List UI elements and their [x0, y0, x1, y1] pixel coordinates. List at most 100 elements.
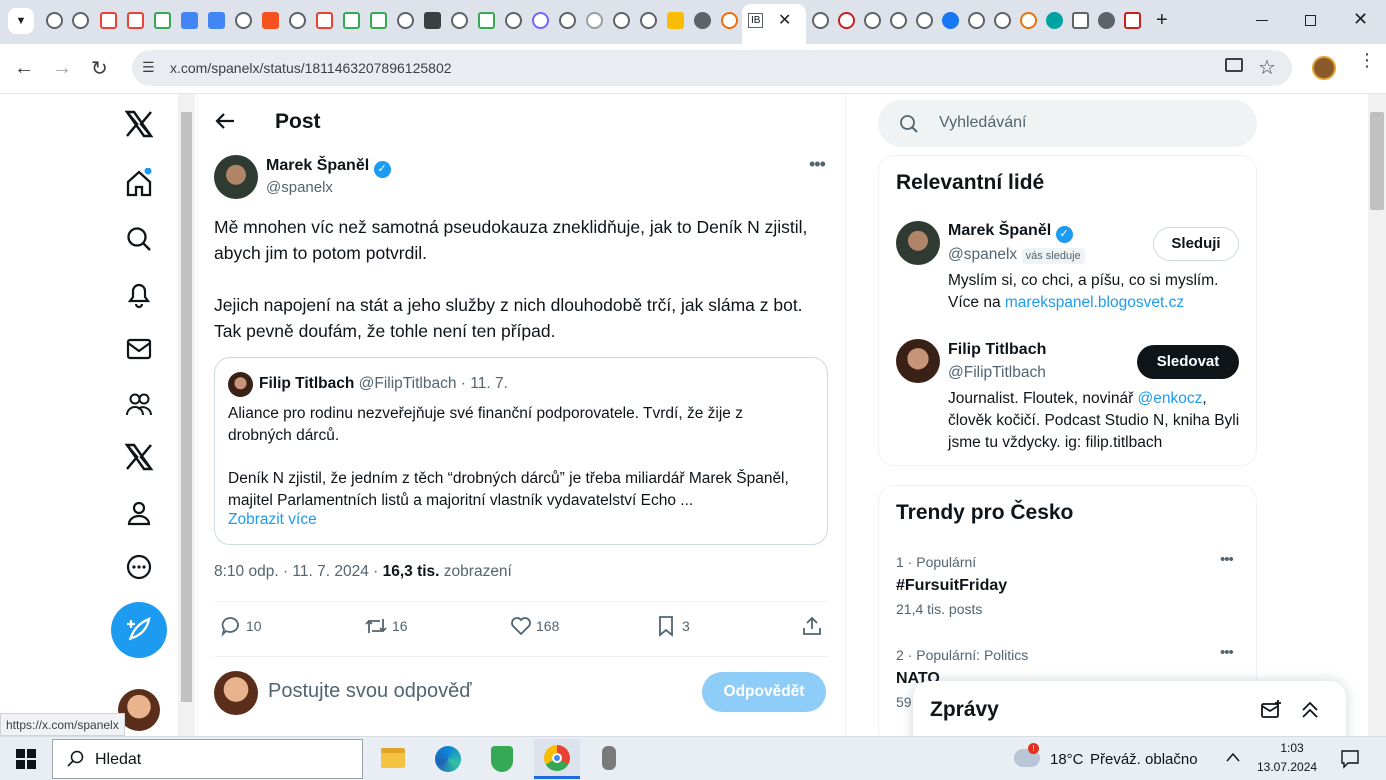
search-box[interactable]: Vyhledávání [878, 100, 1257, 147]
bookmark-star-icon[interactable]: ☆ [1258, 55, 1276, 80]
facebook-tab-icon[interactable] [942, 12, 959, 29]
author-handle[interactable]: @spanelx [266, 179, 333, 196]
more-options-icon[interactable] [124, 552, 154, 582]
compose-post-button[interactable] [111, 602, 167, 658]
forward-icon[interactable]: → [52, 57, 72, 80]
trend-more-icon[interactable]: ••• [1220, 644, 1234, 661]
tab-favicon[interactable] [864, 12, 881, 29]
docs-tab-icon[interactable] [208, 12, 225, 29]
tab-favicon[interactable] [1124, 12, 1141, 29]
messages-drawer[interactable]: Zprávy [913, 681, 1346, 736]
reply-input[interactable]: Postujte svou odpověď [268, 680, 472, 703]
tab-favicon[interactable] [1046, 12, 1063, 29]
bookmark-action[interactable]: 3 [656, 615, 690, 637]
active-tab[interactable]: IB ✕ [742, 4, 806, 44]
reload-icon[interactable]: ↻ [91, 56, 108, 81]
page-scrollbar-thumb[interactable] [1370, 112, 1384, 210]
person-1-bio-link[interactable]: marekspanel.blogosvet.cz [1005, 294, 1184, 311]
gmail-tab-icon[interactable] [316, 12, 333, 29]
person-1-name[interactable]: Marek Španěl [948, 222, 1051, 239]
tab-favicon[interactable] [46, 12, 63, 29]
person-2-bio-link[interactable]: @enkocz [1138, 390, 1203, 407]
post-more-icon[interactable]: ••• [809, 154, 826, 175]
install-app-icon[interactable] [1225, 58, 1243, 72]
drive-tab-icon[interactable] [154, 12, 171, 29]
weather-description[interactable]: Převáž. oblačno [1090, 751, 1198, 768]
tab-favicon[interactable] [424, 12, 441, 29]
tab-favicon[interactable] [1020, 12, 1037, 29]
drive-tab-icon[interactable] [478, 12, 495, 29]
x-logo-icon[interactable] [124, 109, 154, 139]
url-text[interactable]: x.com/spanelx/status/1811463207896125802 [170, 60, 452, 76]
file-explorer-icon[interactable] [381, 748, 405, 768]
profile-avatar[interactable] [1312, 56, 1336, 80]
quoted-post-card[interactable]: Filip Titlbach @FilipTitlbach · 11. 7. A… [214, 357, 828, 545]
expand-drawer-icon[interactable] [1299, 699, 1321, 721]
new-message-icon[interactable] [1260, 699, 1282, 721]
restore-window-icon[interactable] [1305, 15, 1316, 26]
clock-date[interactable]: 13.07.2024 [1257, 760, 1317, 774]
back-arrow-icon[interactable] [214, 110, 236, 137]
weather-temperature[interactable]: 18°C [1050, 751, 1084, 768]
share-icon[interactable] [801, 615, 823, 642]
post-timestamp[interactable]: 8:10 odp. · 11. 7. 2024 · [214, 563, 383, 580]
tab-favicon[interactable] [397, 12, 414, 29]
tab-favicon[interactable] [235, 12, 252, 29]
author-name[interactable]: Marek Španěl [266, 157, 369, 174]
person-2-name[interactable]: Filip Titlbach [948, 341, 1046, 359]
tab-favicon[interactable] [559, 12, 576, 29]
notifications-icon[interactable] [124, 279, 154, 309]
tab-favicon[interactable] [586, 12, 603, 29]
tab-favicon[interactable] [994, 12, 1011, 29]
tab-favicon[interactable] [640, 12, 657, 29]
reply-submit-button[interactable]: Odpovědět [702, 672, 826, 712]
tab-favicon[interactable] [262, 12, 279, 29]
globe-tab-icon[interactable] [1098, 12, 1115, 29]
search-icon[interactable] [124, 224, 154, 254]
globe-tab-icon[interactable] [694, 12, 711, 29]
following-button[interactable]: Sleduji [1153, 227, 1239, 261]
reply-action[interactable]: 10 [220, 615, 262, 637]
tab-search-button[interactable]: ▼ [8, 8, 34, 34]
address-bar[interactable]: ☰ x.com/spanelx/status/18114632078961258… [132, 50, 1292, 86]
new-tab-icon[interactable]: + [1156, 9, 1168, 32]
communities-icon[interactable] [124, 389, 154, 419]
tab-favicon[interactable] [1072, 12, 1089, 29]
tab-favicon[interactable] [721, 12, 738, 29]
home-icon[interactable] [124, 167, 154, 198]
tab-favicon[interactable] [968, 12, 985, 29]
tab-favicon[interactable] [890, 12, 907, 29]
trend-item[interactable]: 1 · Populární #FursuitFriday 21,4 tis. p… [879, 546, 1256, 626]
browser-menu-icon[interactable]: ⋮ [1358, 51, 1376, 69]
gmail-tab-icon[interactable] [127, 12, 144, 29]
drive-tab-icon[interactable] [343, 12, 360, 29]
chrome-taskbar-icon[interactable] [534, 739, 580, 779]
close-window-icon[interactable]: ✕ [1353, 9, 1368, 30]
trend-more-icon[interactable]: ••• [1220, 551, 1234, 568]
follow-button[interactable]: Sledovat [1137, 345, 1239, 379]
tab-favicon[interactable] [916, 12, 933, 29]
like-action[interactable]: 168 [510, 615, 559, 637]
person-avatar[interactable] [896, 221, 940, 265]
edge-icon[interactable] [435, 746, 461, 772]
drive-tab-icon[interactable] [370, 12, 387, 29]
profile-icon[interactable] [124, 498, 154, 528]
tab-favicon[interactable] [72, 12, 89, 29]
gmail-tab-icon[interactable] [100, 12, 117, 29]
taskbar-search-box[interactable]: Hledat [52, 739, 363, 779]
back-icon[interactable]: ← [14, 57, 34, 80]
author-avatar[interactable] [214, 155, 258, 199]
tab-favicon[interactable] [289, 12, 306, 29]
microphone-app-icon[interactable] [602, 746, 616, 770]
start-windows-icon[interactable] [16, 749, 36, 769]
tray-chevron-up-icon[interactable] [1225, 750, 1241, 768]
tab-favicon[interactable] [812, 12, 829, 29]
tab-favicon[interactable] [532, 12, 549, 29]
weather-icon[interactable]: ! [1014, 743, 1040, 767]
tab-favicon[interactable] [451, 12, 468, 29]
tab-favicon[interactable] [505, 12, 522, 29]
shield-app-icon[interactable] [491, 746, 513, 772]
left-scrollbar-thumb[interactable] [181, 112, 192, 702]
tab-favicon[interactable] [613, 12, 630, 29]
close-tab-icon[interactable]: ✕ [778, 10, 791, 30]
